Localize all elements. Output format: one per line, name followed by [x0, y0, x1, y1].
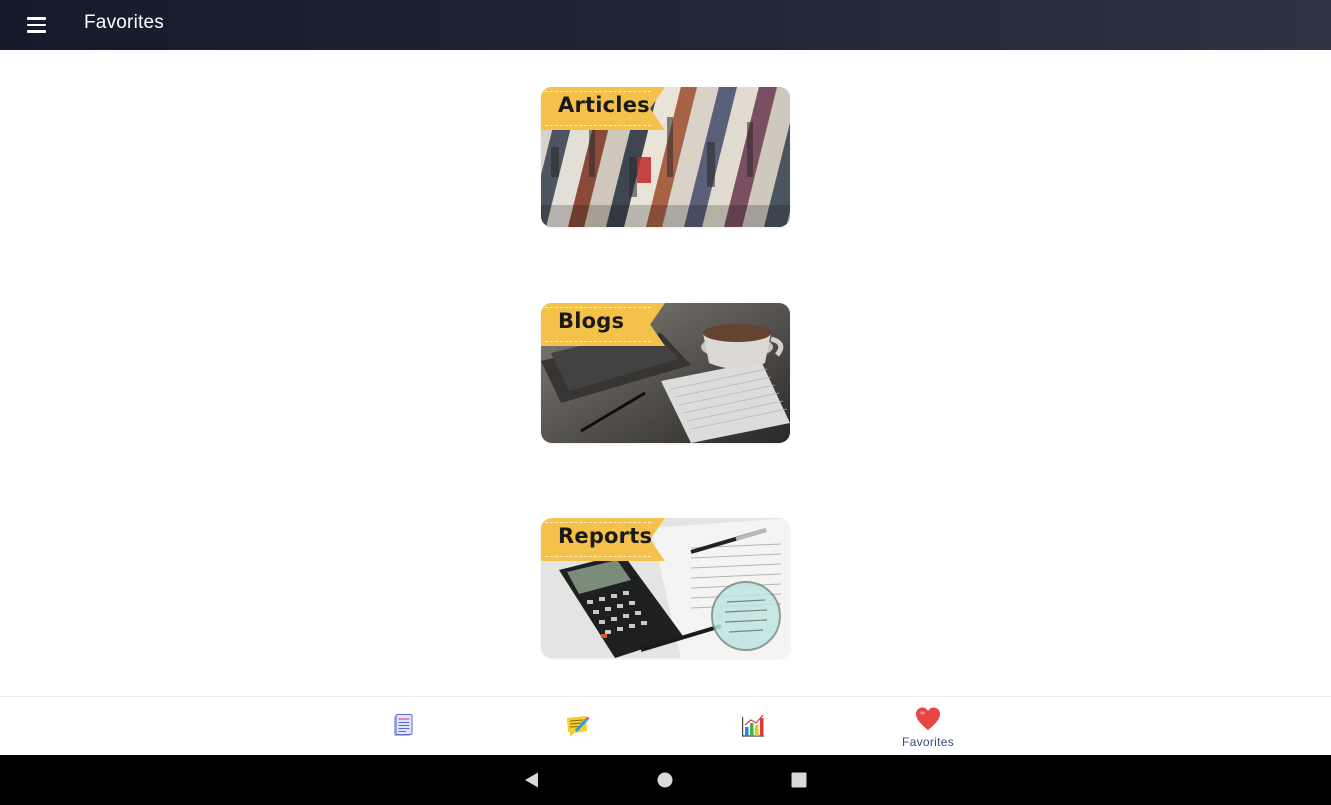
nav-item-favorites[interactable]: Favorites	[873, 697, 983, 756]
system-navigation-bar	[0, 755, 1331, 805]
blogs-card[interactable]: Blogs	[541, 303, 790, 443]
articles-label: Articles	[558, 93, 650, 117]
nav-item-blogs[interactable]	[522, 697, 632, 756]
favorites-content: Articles Blogs Reports	[0, 50, 1331, 696]
nav-item-articles[interactable]	[348, 697, 458, 756]
home-icon[interactable]	[656, 771, 674, 789]
hamburger-menu-icon[interactable]	[22, 12, 52, 38]
notes-pencil-icon	[567, 716, 590, 737]
blogs-label: Blogs	[558, 309, 625, 333]
recents-icon[interactable]	[790, 771, 808, 789]
page-title: Favorites	[84, 12, 164, 33]
app-bar: Favorites	[0, 0, 1331, 50]
bar-chart-icon	[741, 714, 764, 737]
reports-label: Reports	[558, 524, 653, 548]
nav-label-favorites: Favorites	[901, 735, 955, 749]
articles-card[interactable]: Articles	[541, 87, 790, 227]
bottom-navigation: Favorites	[0, 696, 1331, 755]
document-icon	[394, 714, 413, 736]
nav-item-reports[interactable]	[698, 697, 808, 756]
heart-icon	[916, 707, 940, 730]
back-icon[interactable]	[523, 771, 541, 789]
reports-card[interactable]: Reports	[541, 518, 790, 658]
